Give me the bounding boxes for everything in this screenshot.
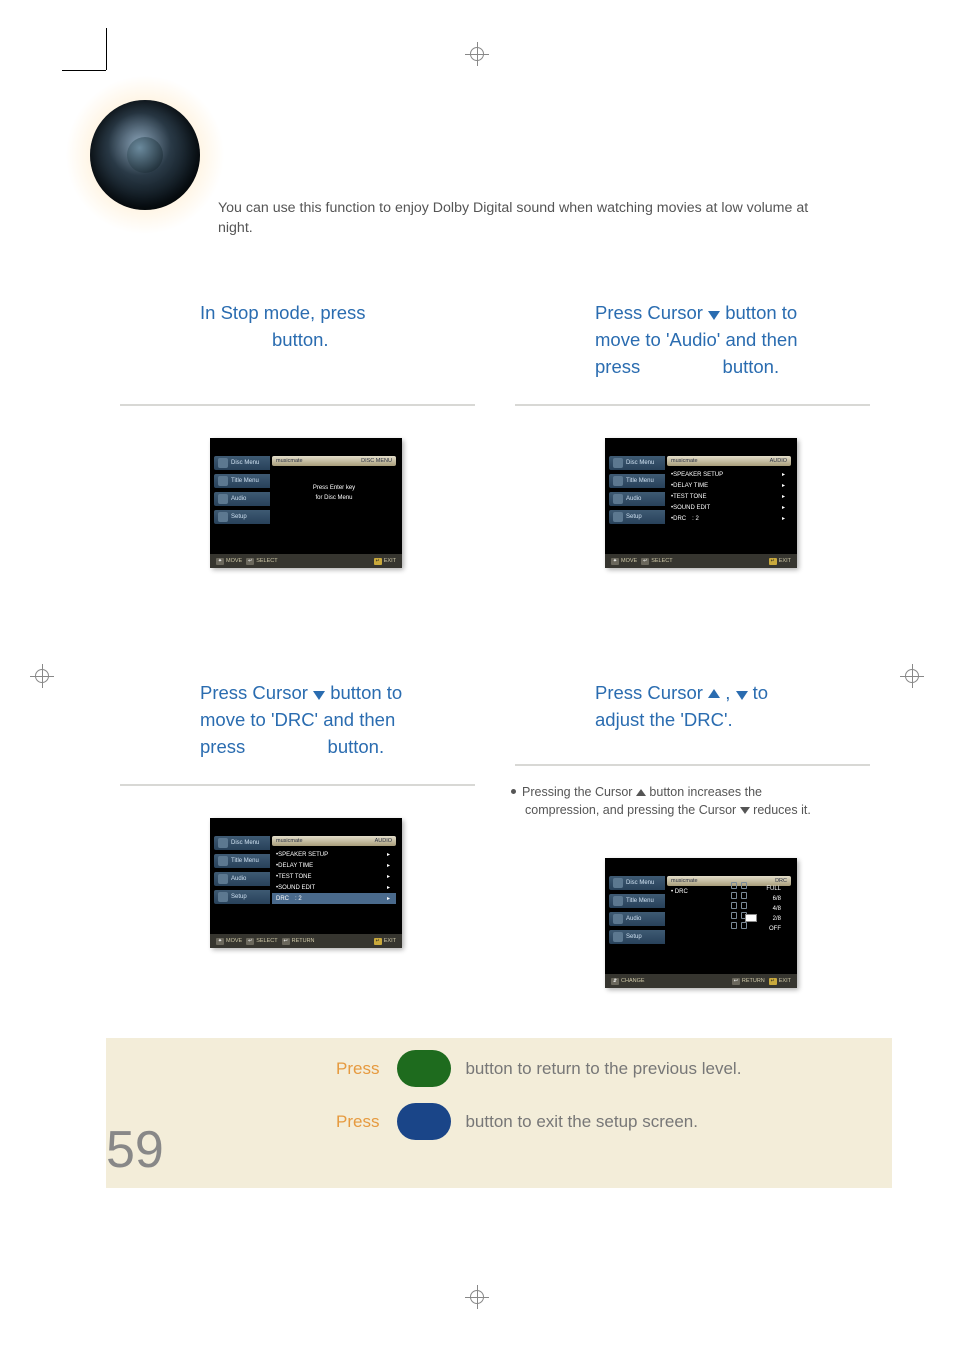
intro-text: You can use this function to enjoy Dolby… [218, 199, 838, 239]
footer-row-exit: Press button to exit the setup screen. [336, 1103, 892, 1140]
preview-text: Press Enter key [272, 484, 396, 494]
footer-text: button to exit the setup screen. [465, 1112, 697, 1132]
exit-button-icon [397, 1103, 451, 1140]
step-3: Press Cursor button to move to 'DRC' and… [120, 680, 475, 1020]
step-1-line2: button. [272, 329, 329, 350]
step-2-preview: Disc Menu Title Menu Audio Setup musicma… [605, 438, 797, 568]
step-2: Press Cursor button to move to 'Audio' a… [515, 300, 870, 640]
speaker-graphic [65, 75, 230, 245]
footer-row-return: Press button to return to the previous l… [336, 1050, 892, 1087]
cursor-up-icon [636, 789, 646, 796]
cursor-down-icon [736, 691, 748, 700]
crop-mark-bottom [465, 1285, 489, 1309]
step-4-title: Press Cursor , to adjust the 'DRC'. [515, 680, 870, 740]
steps-grid: In Stop mode, press button. Disc Menu Ti… [120, 300, 870, 1020]
footer-band: Press button to return to the previous l… [106, 1038, 892, 1188]
sidebar-item: Audio [214, 492, 270, 506]
cursor-up-icon [708, 689, 720, 698]
divider [515, 404, 870, 406]
footer-text: button to return to the previous level. [465, 1059, 741, 1079]
sidebar-item: Setup [214, 510, 270, 524]
step-1: In Stop mode, press button. Disc Menu Ti… [120, 300, 475, 640]
crop-mark-top [465, 42, 489, 66]
trim-line-v [106, 28, 107, 70]
step-3-preview: Disc Menu Title Menu Audio Setup musicma… [210, 818, 402, 948]
cursor-down-icon [708, 311, 720, 320]
footer-lead: Press [336, 1059, 379, 1079]
step-3-title: Press Cursor button to move to 'DRC' and… [120, 680, 475, 762]
step-1-line1: In Stop mode, press [200, 302, 366, 323]
sidebar-item: Disc Menu [214, 456, 270, 470]
page-number: 59 [106, 1120, 164, 1180]
divider [120, 404, 475, 406]
step-2-title: Press Cursor button to move to 'Audio' a… [515, 300, 870, 382]
cursor-down-icon [740, 807, 750, 814]
step-1-title: In Stop mode, press button. [120, 300, 475, 382]
divider [120, 784, 475, 786]
drc-scale: FULL 6/8 4/8 2/8 OFF [701, 884, 781, 934]
footer-lead: Press [336, 1112, 379, 1132]
sidebar-item: Title Menu [214, 474, 270, 488]
step-1-preview: Disc Menu Title Menu Audio Setup musicma… [210, 438, 402, 568]
return-button-icon [397, 1050, 451, 1087]
step-4: Press Cursor , to adjust the 'DRC'. Pres… [515, 680, 870, 1020]
preview-footer: ✦MOVE ↵SELECT ↵EXIT [210, 554, 402, 568]
preview-header: musicmate DISC MENU [272, 456, 396, 466]
divider [515, 764, 870, 766]
step-4-preview: Disc Menu Title Menu Audio Setup musicma… [605, 858, 797, 988]
crop-mark-right [900, 664, 924, 688]
preview-text: for Disc Menu [272, 494, 396, 504]
step-4-note: Pressing the Cursor button increases the… [501, 784, 881, 819]
crop-mark-left [30, 664, 54, 688]
cursor-down-icon [313, 691, 325, 700]
trim-line-h [62, 70, 106, 71]
